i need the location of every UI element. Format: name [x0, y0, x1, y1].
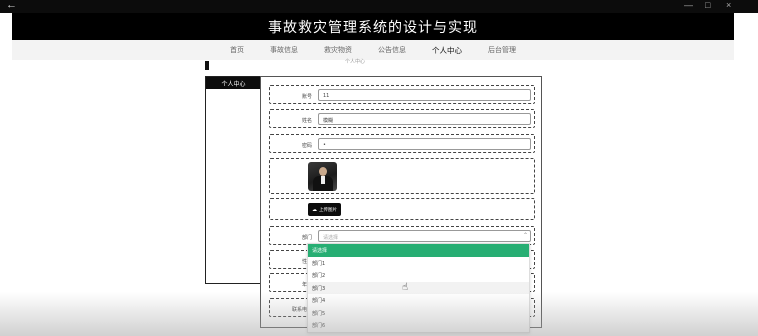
avatar [308, 162, 337, 191]
nav-item-admin[interactable]: 后台管理 [488, 45, 516, 55]
nav-item-accident-info[interactable]: 事故信息 [270, 45, 298, 55]
nav-item-relief-supplies[interactable]: 救灾物资 [324, 45, 352, 55]
site-header: 事故救灾管理系统的设计与实现 [12, 13, 734, 40]
password-input[interactable]: • [318, 138, 531, 150]
form-row-upload: ☁ 上传图片 [269, 198, 535, 220]
nav-item-home[interactable]: 首页 [230, 45, 244, 55]
age-label: 年龄 [270, 281, 312, 288]
dropdown-option[interactable]: 部门5 [308, 307, 529, 320]
avatar-head [319, 167, 327, 176]
site-title: 事故救灾管理系统的设计与实现 [268, 19, 478, 36]
gender-label: 性别 [270, 258, 312, 265]
maximize-icon[interactable]: □ [705, 0, 710, 10]
section-marker [205, 61, 209, 70]
dept-label: 部门 [301, 235, 312, 241]
minimize-icon[interactable]: — [684, 0, 693, 10]
upload-button-label: 上传图片 [319, 207, 337, 213]
phone-label: 联系电话 [291, 307, 312, 313]
dropdown-option[interactable]: 部门4 [308, 294, 529, 307]
account-label: 账号 [301, 94, 312, 100]
form-row-photo [269, 158, 535, 194]
form-row-name: 姓名 模糊 [269, 109, 535, 128]
name-label: 姓名 [301, 118, 312, 124]
dropdown-option[interactable]: 部门3 [308, 281, 529, 294]
sidebar-item-personal-center[interactable]: 个人中心 [206, 77, 261, 89]
cloud-upload-icon: ☁ [312, 206, 317, 213]
dropdown-option[interactable]: 请选择 [308, 244, 529, 257]
name-input[interactable]: 模糊 [318, 113, 531, 125]
hand-pointer-icon: ☝ [402, 282, 409, 293]
app-window: ← — □ × 事故救灾管理系统的设计与实现 首页 事故信息 救灾物资 公告信息… [0, 0, 758, 336]
nav-item-personal-center[interactable]: 个人中心 [432, 45, 462, 56]
chevron-up-icon: ⌃ [522, 233, 528, 239]
form-row-password: 密码 • [269, 134, 535, 153]
close-icon[interactable]: × [726, 0, 731, 10]
nav-item-announcements[interactable]: 公告信息 [378, 45, 406, 55]
sidebar: 个人中心 [205, 76, 262, 284]
window-titlebar: ← — □ × [0, 0, 758, 13]
account-input[interactable]: 11 [318, 89, 531, 101]
form-row-account: 账号 11 [269, 85, 535, 104]
dropdown-option[interactable]: 部门1 [308, 257, 529, 270]
dept-select[interactable]: 请选择 [318, 230, 531, 242]
arrow-left-icon[interactable]: ← [6, 0, 17, 11]
dropdown-option[interactable]: 部门6 [308, 319, 529, 332]
dropdown-option[interactable]: 部门2 [308, 269, 529, 282]
breadcrumb: 个人中心 [345, 59, 366, 65]
password-label: 密码 [301, 143, 312, 149]
avatar-shirt [321, 176, 325, 184]
dept-dropdown: 请选择 部门1 部门2 部门3 部门4 部门5 部门6 [307, 243, 530, 333]
upload-image-button[interactable]: ☁ 上传图片 [308, 203, 341, 216]
main-nav: 首页 事故信息 救灾物资 公告信息 个人中心 后台管理 [12, 40, 734, 60]
